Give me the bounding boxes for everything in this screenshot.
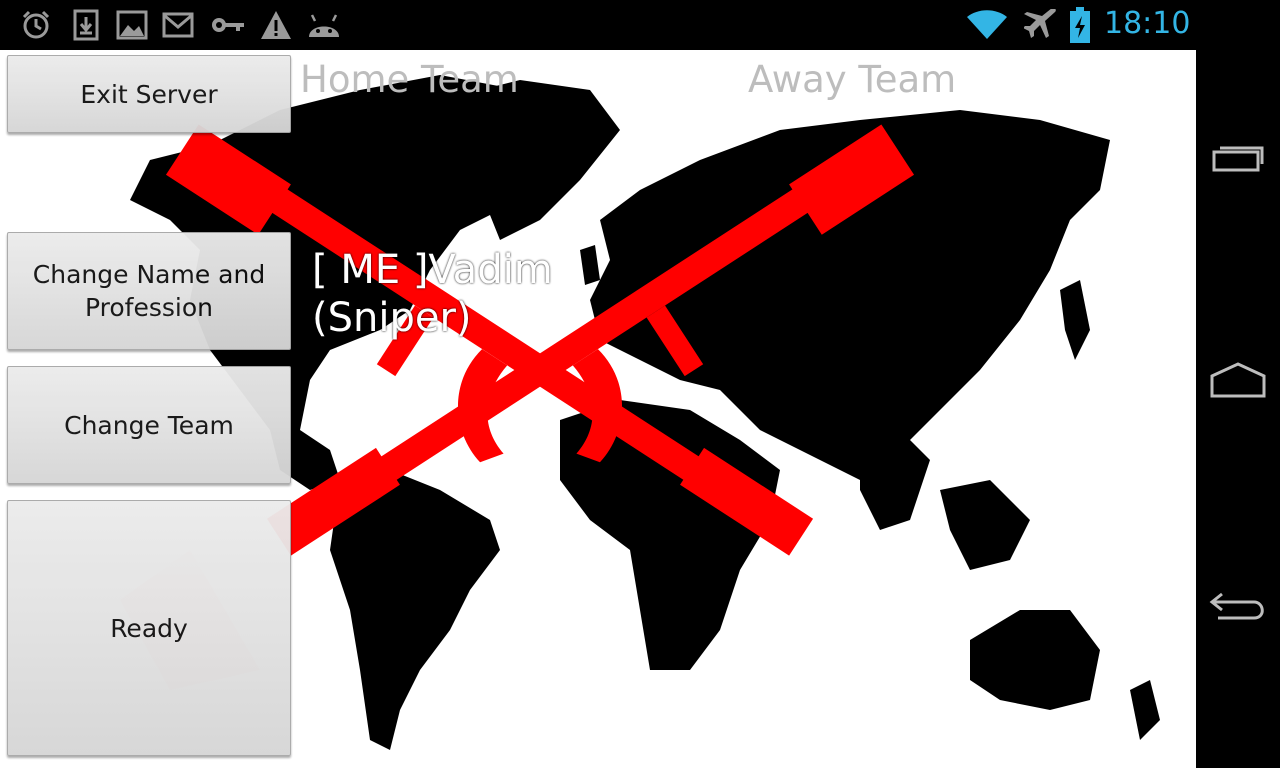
image-icon	[116, 10, 148, 40]
alarm-icon	[22, 10, 50, 39]
battery-charging-icon	[1070, 7, 1090, 43]
change-team-button[interactable]: Change Team	[7, 366, 291, 484]
away-team-label: Away Team	[748, 58, 957, 101]
gmail-icon	[162, 12, 194, 38]
status-bar: 18:10	[0, 0, 1280, 50]
key-icon	[212, 18, 244, 32]
player-name: [ ME ]Vadim	[312, 247, 553, 293]
recent-apps-icon[interactable]	[1206, 136, 1270, 186]
home-team-label: Home Team	[300, 58, 519, 101]
player-entry: [ ME ]Vadim (Sniper)	[312, 246, 732, 342]
change-name-profession-button[interactable]: Change Name and Profession	[7, 232, 291, 350]
exit-server-button[interactable]: Exit Server	[7, 55, 291, 133]
navigation-bar	[1196, 50, 1280, 768]
back-icon[interactable]	[1206, 580, 1270, 630]
player-profession: (Sniper)	[312, 295, 472, 341]
warning-icon	[261, 11, 291, 39]
wifi-icon	[967, 10, 1007, 39]
home-icon[interactable]	[1206, 354, 1270, 404]
clock: 18:10	[1104, 6, 1191, 41]
ready-button[interactable]: Ready	[7, 500, 291, 756]
lobby-screen: Home Team Away Team [ ME ]Vadim (Sniper)…	[0, 50, 1196, 768]
download-icon	[73, 9, 99, 41]
android-icon	[309, 14, 339, 37]
airplane-icon	[1024, 9, 1056, 38]
